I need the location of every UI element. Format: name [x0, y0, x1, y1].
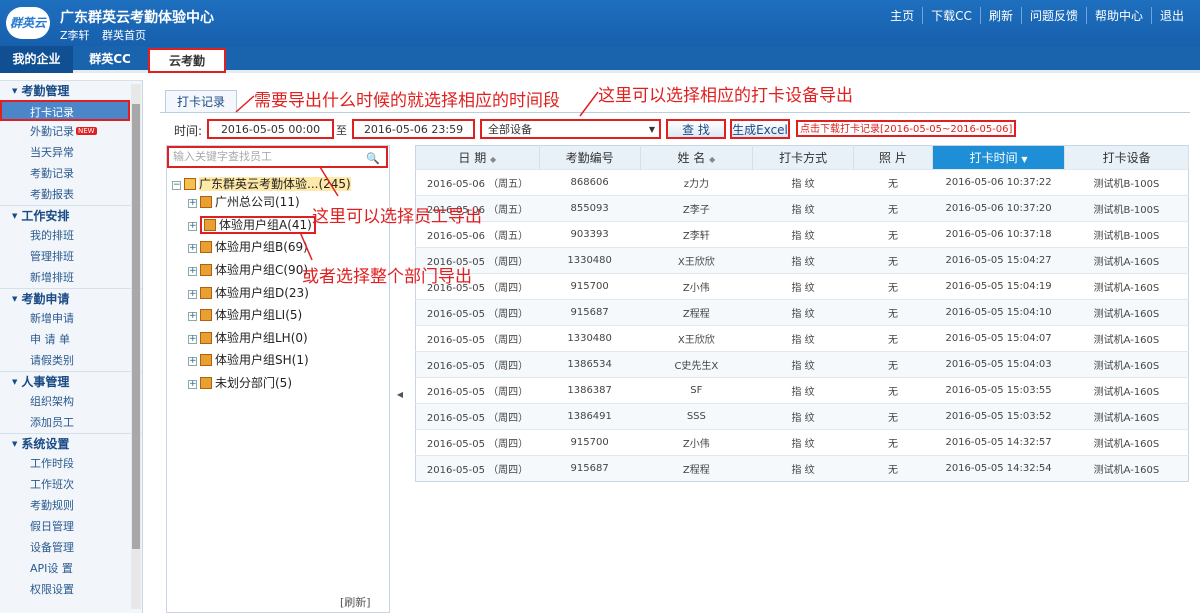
router-icon [1080, 553, 1106, 579]
arrow-department [299, 231, 313, 261]
watermark-text: 路由器 [1110, 555, 1177, 580]
watermark-url: luyouqi.com [1138, 583, 1194, 593]
arrow-device [579, 91, 599, 117]
annotation-arrows [235, 91, 599, 261]
arrow-time [235, 95, 255, 113]
arrow-employee [319, 166, 339, 197]
